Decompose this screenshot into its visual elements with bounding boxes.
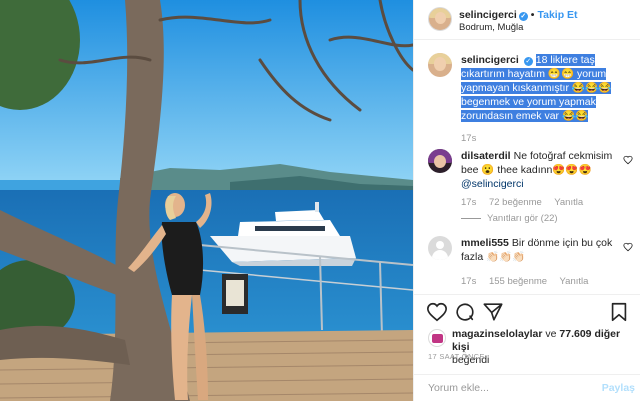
- post-location[interactable]: Bodrum, Muğla: [459, 22, 523, 33]
- comment-username[interactable]: dilsaterdil: [461, 150, 511, 162]
- likes-text: magazinselolaylar ve 77.609 diğer kişi b…: [452, 328, 632, 367]
- comment-input[interactable]: [428, 380, 588, 396]
- post-actions: magazinselolaylar ve 77.609 diğer kişi b…: [414, 294, 640, 374]
- caption: selincigerci ✓ 18 liklere taş cıkartırım h…: [428, 53, 633, 153]
- comment-item: dilsaterdil Ne fotoğraf cekmisim bee 😮 th…: [428, 149, 633, 229]
- comment-mention[interactable]: @selincigerci: [461, 178, 524, 190]
- comment-body: dilsaterdil Ne fotoğraf cekmisim bee 😮 th…: [461, 149, 629, 191]
- view-replies[interactable]: Yanıtları gör (22): [461, 213, 558, 224]
- liker-username[interactable]: magazinselolaylar: [452, 328, 542, 340]
- author-line: selincigerci ✓ • Takip Et: [459, 9, 578, 21]
- comment-item: mmeli555 Bir dönme için bu çok fazla 👏🏻👏🏻…: [428, 236, 633, 294]
- author-avatar[interactable]: [428, 7, 452, 31]
- commenter-avatar[interactable]: [428, 236, 452, 260]
- comment-heart-icon[interactable]: [623, 155, 633, 165]
- caption-time[interactable]: 17s: [461, 133, 476, 144]
- comment-username[interactable]: mmeli555: [461, 237, 509, 249]
- post-timestamp[interactable]: 17 SAAT ÖNCE: [428, 352, 485, 361]
- post-comment-button[interactable]: Paylaş: [602, 382, 635, 394]
- heart-icon[interactable]: [426, 301, 448, 323]
- author-username[interactable]: selincigerci: [459, 9, 517, 21]
- view-replies-label[interactable]: Yanıtları gör (22): [487, 213, 558, 224]
- verified-badge-icon: ✓: [523, 57, 533, 66]
- likes-connector: ve: [545, 328, 557, 340]
- caption-author-avatar[interactable]: [428, 53, 452, 77]
- comment-time[interactable]: 17s: [461, 276, 476, 287]
- comment-likes[interactable]: 72 beğenme: [489, 197, 542, 208]
- verified-badge-icon: ✓: [518, 12, 528, 21]
- comment-icon[interactable]: [454, 301, 476, 323]
- commenter-avatar[interactable]: [428, 149, 452, 173]
- replies-line: [461, 217, 481, 219]
- comments-list[interactable]: selincigerci ✓ 18 liklere taş cıkartırım h…: [414, 41, 640, 294]
- bookmark-icon[interactable]: [608, 301, 630, 323]
- post-header: selincigerci ✓ • Takip Et Bodrum, Muğla: [414, 0, 640, 40]
- comment-body: mmeli555 Bir dönme için bu çok fazla 👏🏻👏🏻…: [461, 236, 629, 264]
- comment-reply-button[interactable]: Yanıtla: [554, 197, 583, 208]
- caption-body: selincigerci ✓ 18 liklere taş cıkartırım h…: [461, 53, 629, 123]
- caption-meta: 17s: [461, 133, 486, 144]
- separator-dot: •: [530, 9, 535, 21]
- comment-heart-icon[interactable]: [623, 242, 633, 252]
- comment-meta: 17s 72 beğenme Yanıtla: [461, 197, 593, 208]
- comment-box: Paylaş: [414, 374, 640, 401]
- comment-reply-button[interactable]: Yanıtla: [560, 276, 589, 287]
- post-side-panel: selincigerci ✓ • Takip Et Bodrum, Muğla sel…: [413, 0, 640, 401]
- comment-meta: 17s 155 beğenme Yanıtla: [461, 276, 598, 287]
- comment-time[interactable]: 17s: [461, 197, 476, 208]
- caption-username[interactable]: selincigerci: [461, 54, 519, 66]
- liker-avatar[interactable]: [428, 329, 446, 347]
- follow-button[interactable]: Takip Et: [537, 9, 577, 21]
- post-photo[interactable]: [0, 0, 413, 401]
- share-icon[interactable]: [482, 301, 504, 323]
- comment-likes[interactable]: 155 beğenme: [489, 276, 547, 287]
